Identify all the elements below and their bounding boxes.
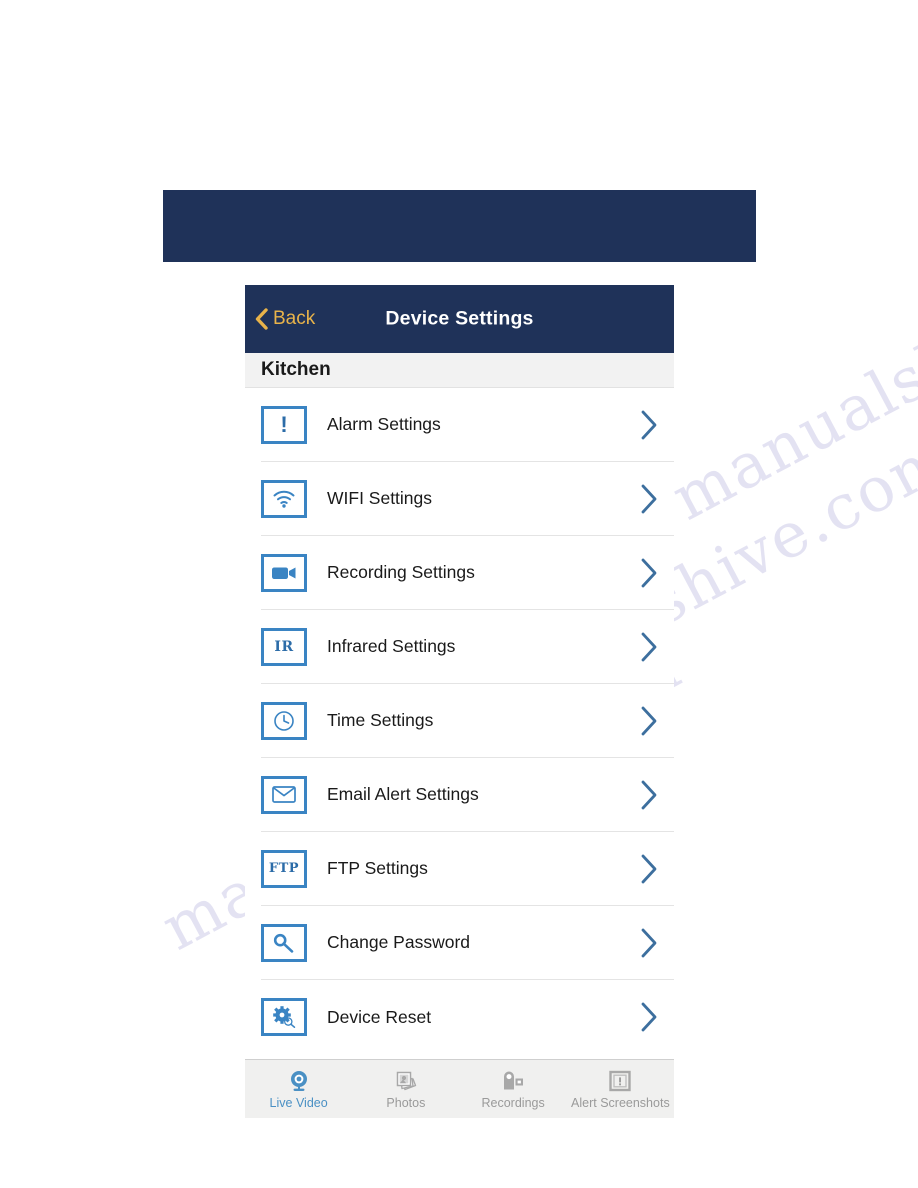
tab-recordings[interactable]: Recordings	[460, 1060, 567, 1118]
list-item[interactable]: FTP FTP Settings	[261, 832, 674, 906]
list-item[interactable]: Device Reset	[261, 980, 674, 1054]
list-item-label: Recording Settings	[327, 562, 475, 582]
tab-alert-screenshots[interactable]: Alert Screenshots	[567, 1060, 674, 1118]
chevron-right-icon	[641, 928, 657, 957]
icon-box: IR	[261, 627, 307, 666]
chevron-right-icon	[641, 854, 657, 883]
list-item-label: FTP Settings	[327, 858, 428, 878]
webcam-icon	[286, 1069, 312, 1093]
chevron-right-icon	[641, 558, 657, 587]
tab-photos[interactable]: Photos	[352, 1060, 459, 1118]
envelope-icon	[272, 786, 296, 803]
tab-label: Live Video	[269, 1095, 328, 1110]
list-item[interactable]: Recording Settings	[261, 536, 674, 610]
clock-icon	[274, 710, 294, 731]
chevron-right-icon	[641, 484, 657, 513]
list-item[interactable]: IR Infrared Settings	[261, 610, 674, 684]
icon-box	[261, 479, 307, 518]
list-item[interactable]: Time Settings	[261, 684, 674, 758]
icon-box: !	[261, 405, 307, 444]
ir-icon: IR	[274, 638, 294, 655]
page-title: Device Settings	[385, 307, 534, 330]
video-camera-icon	[272, 567, 296, 579]
camcorder-icon	[500, 1069, 526, 1093]
chevron-right-icon	[641, 1002, 657, 1032]
tab-live-video[interactable]: Live Video	[245, 1060, 352, 1118]
tab-label: Alert Screenshots	[571, 1095, 670, 1110]
list-item-label: WIFI Settings	[327, 488, 433, 508]
list-item-label: Infrared Settings	[327, 636, 456, 656]
chevron-right-icon	[641, 632, 657, 661]
icon-box	[261, 701, 307, 740]
icon-box	[261, 553, 307, 592]
list-item[interactable]: Email Alert Settings	[261, 758, 674, 832]
list-item[interactable]: Change Password	[261, 906, 674, 980]
list-item-label: Change Password	[327, 932, 470, 952]
icon-box	[261, 775, 307, 814]
list-item-label: Device Reset	[327, 1006, 432, 1027]
exclamation-icon: !	[280, 411, 288, 437]
icon-box	[261, 998, 307, 1036]
tab-label: Photos	[386, 1095, 426, 1110]
list-item-label: Time Settings	[327, 710, 434, 730]
chevron-right-icon	[641, 780, 657, 809]
chevron-right-icon	[641, 706, 657, 735]
top-banner	[163, 190, 756, 262]
list-item[interactable]: WIFI Settings	[261, 462, 674, 536]
section-header-label: Kitchen	[261, 359, 331, 380]
ftp-icon: FTP	[268, 861, 300, 876]
key-icon	[273, 933, 294, 953]
icon-box: FTP	[261, 849, 307, 888]
section-header: Kitchen	[245, 353, 674, 388]
device-settings-screen: Back Device Settings Kitchen ! Alarm Set…	[245, 285, 674, 1118]
bottom-tab-bar: Live Video Photos Recordings Alert Scree…	[245, 1059, 674, 1118]
list-item-label: Email Alert Settings	[327, 784, 479, 804]
alert-frame-icon	[607, 1069, 633, 1093]
navigation-bar: Back Device Settings	[245, 285, 674, 353]
list-item[interactable]: ! Alarm Settings	[261, 388, 674, 462]
tab-label: Recordings	[481, 1095, 545, 1110]
gear-icon	[273, 1006, 296, 1028]
icon-box	[261, 923, 307, 962]
settings-list: ! Alarm Settings WIFI Settings Recording…	[245, 388, 674, 1059]
chevron-right-icon	[641, 410, 657, 439]
photos-icon	[393, 1069, 419, 1093]
wifi-icon	[273, 490, 295, 508]
list-item-label: Alarm Settings	[327, 414, 441, 434]
